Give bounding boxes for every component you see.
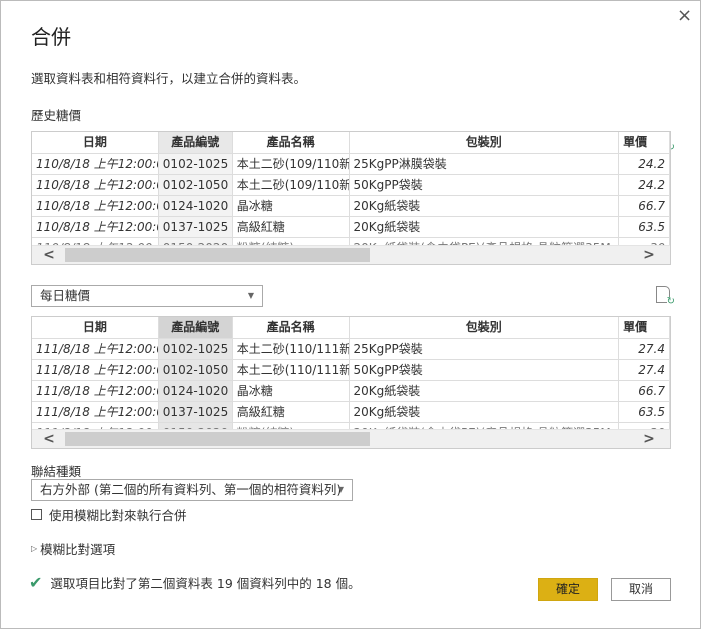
- table-cell: 66.7: [619, 381, 670, 401]
- fuzzy-checkbox[interactable]: [31, 509, 42, 520]
- column-header[interactable]: 產品名稱: [233, 317, 350, 338]
- table-cell: 27.4: [619, 360, 670, 380]
- horizontal-scrollbar[interactable]: < >: [32, 429, 670, 448]
- table-cell: 0124-1020: [158, 196, 233, 216]
- table-cell: 111/8/18 上午12:00:00: [32, 360, 159, 380]
- table-cell: 0137-1025: [158, 217, 233, 237]
- table-cell: 25KgPP淋膜袋裝: [350, 154, 620, 174]
- table-cell: 0102-1050: [158, 175, 233, 195]
- table-cell: 20Kg紙袋裝: [350, 196, 620, 216]
- table-cell: 高級紅糖: [233, 217, 350, 237]
- merge-dialog: 合併 × 選取資料表和相符資料行，以建立合併的資料表。 歷史糖價 ↻ 日期產品編…: [0, 0, 701, 629]
- table-cell: 111/8/18 上午12:00:00: [32, 402, 159, 422]
- expand-triangle-icon: ▷: [31, 544, 38, 553]
- fuzzy-options-expander[interactable]: ▷ 模糊比對選項: [31, 539, 115, 558]
- table-cell: 110/8/18 上午12:00:00: [32, 154, 159, 174]
- table1-preview[interactable]: 日期 產品編號 產品名稱 包裝別 單價 110/8/18 上午12:00:00 0102-1…: [31, 131, 671, 265]
- table-cell: 0137-1025: [158, 402, 233, 422]
- scrollbar-thumb[interactable]: [65, 432, 370, 446]
- ok-button[interactable]: 確定: [538, 578, 598, 601]
- table-cell: 110/8/18 上午12:00:00: [32, 238, 159, 245]
- column-header[interactable]: 產品編號: [158, 317, 233, 338]
- column-header[interactable]: 包裝別: [350, 132, 620, 153]
- table-row: 111/8/18 上午12:00:00 0124-1020 晶冰糖 20Kg紙袋裝 66…: [32, 381, 670, 402]
- table-cell: 0102-1025: [158, 154, 233, 174]
- table-row: 111/8/18 上午12:00:00 0137-1025 高級紅糖 20Kg紙袋裝 6…: [32, 402, 670, 423]
- table-cell: 晶冰糖: [233, 381, 350, 401]
- table-cell: 110/8/18 上午12:00:00: [32, 217, 159, 237]
- table-cell: 63.5: [619, 217, 670, 237]
- table2-select-value: 每日糖價: [40, 288, 91, 303]
- join-kind-value: 右方外部 (第二個的所有資料列、第一個的相符資料列): [40, 482, 342, 497]
- table-cell: 0102-1050: [158, 360, 233, 380]
- column-header[interactable]: 產品編號: [158, 132, 233, 153]
- column-header[interactable]: 產品名稱: [233, 132, 350, 153]
- join-kind-select[interactable]: 右方外部 (第二個的所有資料列、第一個的相符資料列) ▼: [31, 479, 353, 501]
- table-header-row: 日期 產品編號 產品名稱 包裝別 單價: [32, 132, 670, 154]
- chevron-down-icon: ▼: [337, 485, 344, 494]
- table-cell: 粉糖(純糖): [233, 238, 350, 245]
- table2-preview[interactable]: 日期 產品編號 產品名稱 包裝別 單價 111/8/18 上午12:00:00 0102-1…: [31, 316, 671, 449]
- column-header[interactable]: 單價: [619, 132, 670, 153]
- scroll-right-icon[interactable]: >: [640, 246, 658, 264]
- table-cell: 本土二砂(109/110新): [233, 154, 350, 174]
- scrollbar-thumb[interactable]: [65, 248, 370, 262]
- column-header[interactable]: 日期: [32, 317, 159, 338]
- scroll-left-icon[interactable]: <: [40, 246, 58, 264]
- table-cell: 0102-1025: [158, 339, 233, 359]
- fuzzy-checkbox-row[interactable]: 使用模糊比對來執行合併: [31, 505, 187, 524]
- table-cell: 111/8/18 上午12:00:00: [32, 381, 159, 401]
- table-cell: 晶冰糖: [233, 196, 350, 216]
- table-cell: 50KgPP袋裝: [350, 360, 620, 380]
- scroll-left-icon[interactable]: <: [40, 430, 58, 448]
- scroll-right-icon[interactable]: >: [640, 430, 658, 448]
- table-cell: 66.7: [619, 196, 670, 216]
- table-header-row: 日期 產品編號 產品名稱 包裝別 單價: [32, 317, 670, 339]
- table-cell: 20Kg紙袋裝: [350, 381, 620, 401]
- table-cell: 30: [619, 238, 670, 245]
- table-cell: 本土二砂(110/111新): [233, 360, 350, 380]
- table-cell: 50KgPP袋裝: [350, 175, 620, 195]
- table-cell: 20Kg紙袋裝: [350, 402, 620, 422]
- table-cell: 20Kg紙袋裝: [350, 217, 620, 237]
- table-cell: 0150-2020: [158, 238, 233, 245]
- horizontal-scrollbar[interactable]: < >: [32, 245, 670, 264]
- close-icon[interactable]: ×: [677, 5, 692, 26]
- table-cell: 24.2: [619, 175, 670, 195]
- fuzzy-checkbox-label: 使用模糊比對來執行合併: [49, 508, 187, 523]
- table-row: 110/8/18 上午12:00:00 0124-1020 晶冰糖 20Kg紙袋裝 66…: [32, 196, 670, 217]
- table-row: 111/8/18 上午12:00:00 0102-1025 本土二砂(110/111…: [32, 339, 670, 360]
- table-row: 110/8/18 上午12:00:00 0102-1025 本土二砂(109/110…: [32, 154, 670, 175]
- chevron-down-icon: ▼: [247, 291, 254, 300]
- status-text: 選取項目比對了第二個資料表 19 個資料列中的 18 個。: [50, 576, 361, 591]
- table-cell: 20Kg紙袋裝(食由袋PE)(產品規格:晶粒篩選35Mesh): [350, 238, 620, 245]
- table-cell: 高級紅糖: [233, 402, 350, 422]
- table-cell: 本土二砂(109/110新): [233, 175, 350, 195]
- table-cell: 27.4: [619, 339, 670, 359]
- table-cell: 25KgPP袋裝: [350, 339, 620, 359]
- table-cell: 24.2: [619, 154, 670, 174]
- table-cell: 本土二砂(110/111新): [233, 339, 350, 359]
- status-message: ✔ 選取項目比對了第二個資料表 19 個資料列中的 18 個。: [29, 573, 361, 592]
- column-header[interactable]: 包裝別: [350, 317, 620, 338]
- join-kind-label: 聯結種類: [31, 464, 82, 479]
- column-header[interactable]: 日期: [32, 132, 159, 153]
- dialog-subtitle: 選取資料表和相符資料行，以建立合併的資料表。: [31, 71, 307, 86]
- table2-select[interactable]: 每日糖價 ▼: [31, 285, 263, 307]
- table-cell: 63.5: [619, 402, 670, 422]
- table-cell: 111/8/18 上午12:00:00: [32, 339, 159, 359]
- table1-label: 歷史糖價: [31, 108, 82, 123]
- dialog-title: 合併: [31, 25, 71, 49]
- table-row: 110/8/18 上午12:00:00 0137-1025 高級紅糖 20Kg紙袋裝 6…: [32, 217, 670, 238]
- fuzzy-options-label: 模糊比對選項: [40, 542, 116, 557]
- refresh-icon[interactable]: ↻: [656, 286, 675, 307]
- cancel-button[interactable]: 取消: [611, 578, 671, 601]
- table-row: 110/8/18 上午12:00:00 0102-1050 本土二砂(109/110…: [32, 175, 670, 196]
- table-cell: 0124-1020: [158, 381, 233, 401]
- table-row: 111/8/18 上午12:00:00 0102-1050 本土二砂(110/111…: [32, 360, 670, 381]
- table-cell: 110/8/18 上午12:00:00: [32, 196, 159, 216]
- column-header[interactable]: 單價: [619, 317, 670, 338]
- table-cell: 110/8/18 上午12:00:00: [32, 175, 159, 195]
- checkmark-icon: ✔: [29, 573, 43, 592]
